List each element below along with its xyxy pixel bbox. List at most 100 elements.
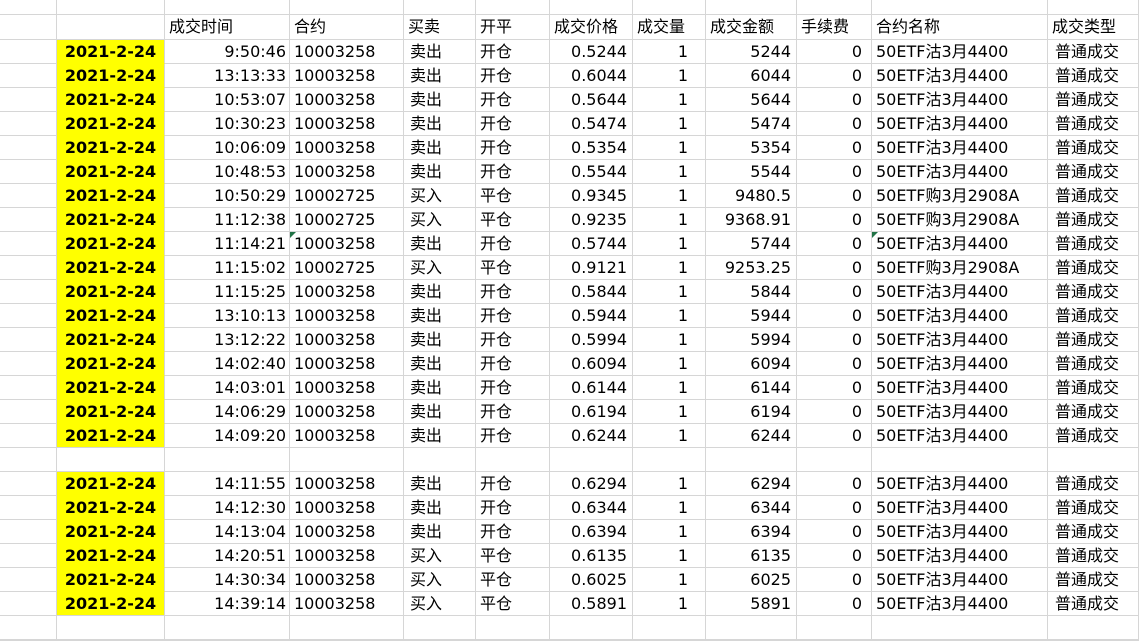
cell-buy-sell[interactable]: 卖出 bbox=[404, 64, 476, 88]
cell-trade-type[interactable]: 普通成交 bbox=[1048, 472, 1139, 496]
cell-trade-time[interactable]: 14:03:01 bbox=[165, 376, 290, 400]
empty-cell[interactable] bbox=[57, 448, 165, 472]
cell-open-close[interactable]: 开仓 bbox=[476, 280, 550, 304]
empty-cell[interactable] bbox=[0, 352, 57, 376]
cell-contract-id[interactable]: 10003258 bbox=[290, 40, 404, 64]
cell-trade-amount[interactable]: 6044 bbox=[706, 64, 797, 88]
cell-trade-type[interactable]: 普通成交 bbox=[1048, 304, 1139, 328]
cell-open-close[interactable]: 开仓 bbox=[476, 112, 550, 136]
cell-trade-volume[interactable]: 1 bbox=[633, 352, 706, 376]
cell-open-close[interactable]: 平仓 bbox=[476, 544, 550, 568]
cell-trade-amount[interactable]: 6294 bbox=[706, 472, 797, 496]
cell-trade-price[interactable]: 0.6094 bbox=[550, 352, 633, 376]
cell-buy-sell[interactable]: 卖出 bbox=[404, 304, 476, 328]
cell-trade-volume[interactable]: 1 bbox=[633, 112, 706, 136]
date-cell[interactable]: 2021-2-24 bbox=[57, 160, 165, 184]
cell-contract-id[interactable]: 10003258 bbox=[290, 304, 404, 328]
cell-contract-id[interactable]: 10003258 bbox=[290, 112, 404, 136]
cell-commission[interactable]: 0 bbox=[797, 232, 872, 256]
column-header-trade-volume[interactable]: 成交量 bbox=[633, 15, 706, 40]
cell-buy-sell[interactable]: 买入 bbox=[404, 568, 476, 592]
cell-trade-amount[interactable]: 6394 bbox=[706, 520, 797, 544]
cell-trade-time[interactable]: 10:06:09 bbox=[165, 136, 290, 160]
empty-cell[interactable] bbox=[706, 0, 797, 15]
cell-trade-type[interactable]: 普通成交 bbox=[1048, 208, 1139, 232]
date-cell[interactable]: 2021-2-24 bbox=[57, 136, 165, 160]
cell-contract-id[interactable]: 10003258 bbox=[290, 568, 404, 592]
cell-trade-amount[interactable]: 5354 bbox=[706, 136, 797, 160]
empty-cell[interactable] bbox=[0, 304, 57, 328]
cell-trade-time[interactable]: 11:15:25 bbox=[165, 280, 290, 304]
cell-trade-price[interactable]: 0.6244 bbox=[550, 424, 633, 448]
column-header-open-close[interactable]: 开平 bbox=[476, 15, 550, 40]
column-header-trade-amount[interactable]: 成交金额 bbox=[706, 15, 797, 40]
date-cell[interactable]: 2021-2-24 bbox=[57, 280, 165, 304]
cell-trade-volume[interactable]: 1 bbox=[633, 544, 706, 568]
cell-commission[interactable]: 0 bbox=[797, 424, 872, 448]
cell-buy-sell[interactable]: 卖出 bbox=[404, 400, 476, 424]
cell-buy-sell[interactable]: 卖出 bbox=[404, 496, 476, 520]
cell-commission[interactable]: 0 bbox=[797, 592, 872, 616]
cell-trade-volume[interactable]: 1 bbox=[633, 88, 706, 112]
empty-cell[interactable] bbox=[797, 0, 872, 15]
cell-buy-sell[interactable]: 卖出 bbox=[404, 328, 476, 352]
cell-commission[interactable]: 0 bbox=[797, 136, 872, 160]
empty-cell[interactable] bbox=[0, 328, 57, 352]
cell-trade-time[interactable]: 14:12:30 bbox=[165, 496, 290, 520]
cell-commission[interactable]: 0 bbox=[797, 400, 872, 424]
empty-cell[interactable] bbox=[0, 208, 57, 232]
cell-trade-amount[interactable]: 9253.25 bbox=[706, 256, 797, 280]
cell-contract-id[interactable]: 10003258 bbox=[290, 352, 404, 376]
cell-commission[interactable]: 0 bbox=[797, 376, 872, 400]
empty-cell[interactable] bbox=[0, 400, 57, 424]
cell-trade-time[interactable]: 10:30:23 bbox=[165, 112, 290, 136]
empty-cell[interactable] bbox=[0, 376, 57, 400]
cell-contract-id[interactable]: 10003258 bbox=[290, 592, 404, 616]
empty-cell[interactable] bbox=[0, 40, 57, 64]
cell-trade-price[interactable]: 0.5544 bbox=[550, 160, 633, 184]
empty-cell[interactable] bbox=[0, 496, 57, 520]
cell-trade-time[interactable]: 14:13:04 bbox=[165, 520, 290, 544]
date-cell[interactable]: 2021-2-24 bbox=[57, 544, 165, 568]
date-cell[interactable]: 2021-2-24 bbox=[57, 568, 165, 592]
cell-open-close[interactable]: 开仓 bbox=[476, 376, 550, 400]
cell-trade-price[interactable]: 0.6394 bbox=[550, 520, 633, 544]
cell-trade-time[interactable]: 13:10:13 bbox=[165, 304, 290, 328]
cell-buy-sell[interactable]: 卖出 bbox=[404, 472, 476, 496]
cell-contract-name[interactable]: 50ETF沽3月4400 bbox=[872, 304, 1048, 328]
cell-buy-sell[interactable]: 买入 bbox=[404, 256, 476, 280]
cell-commission[interactable]: 0 bbox=[797, 88, 872, 112]
cell-buy-sell[interactable]: 卖出 bbox=[404, 40, 476, 64]
date-cell[interactable]: 2021-2-24 bbox=[57, 304, 165, 328]
cell-buy-sell[interactable]: 买入 bbox=[404, 208, 476, 232]
cell-trade-type[interactable]: 普通成交 bbox=[1048, 40, 1139, 64]
cell-contract-name[interactable]: 50ETF沽3月4400 bbox=[872, 232, 1048, 256]
cell-trade-volume[interactable]: 1 bbox=[633, 280, 706, 304]
cell-contract-name[interactable]: 50ETF沽3月4400 bbox=[872, 376, 1048, 400]
date-cell[interactable]: 2021-2-24 bbox=[57, 88, 165, 112]
cell-commission[interactable]: 0 bbox=[797, 328, 872, 352]
cell-trade-time[interactable]: 10:48:53 bbox=[165, 160, 290, 184]
empty-cell[interactable] bbox=[476, 0, 550, 15]
empty-cell[interactable] bbox=[550, 0, 633, 15]
cell-contract-name[interactable]: 50ETF沽3月4400 bbox=[872, 352, 1048, 376]
cell-trade-type[interactable]: 普通成交 bbox=[1048, 544, 1139, 568]
cell-contract-id[interactable]: 10003258 bbox=[290, 88, 404, 112]
cell-buy-sell[interactable]: 买入 bbox=[404, 544, 476, 568]
cell-trade-type[interactable]: 普通成交 bbox=[1048, 352, 1139, 376]
cell-trade-time[interactable]: 14:20:51 bbox=[165, 544, 290, 568]
cell-open-close[interactable]: 开仓 bbox=[476, 160, 550, 184]
date-cell[interactable]: 2021-2-24 bbox=[57, 328, 165, 352]
cell-trade-price[interactable]: 0.9235 bbox=[550, 208, 633, 232]
cell-trade-time[interactable]: 14:09:20 bbox=[165, 424, 290, 448]
cell-contract-name[interactable]: 50ETF购3月2908A bbox=[872, 256, 1048, 280]
empty-cell[interactable] bbox=[0, 88, 57, 112]
cell-commission[interactable]: 0 bbox=[797, 520, 872, 544]
cell-trade-amount[interactable]: 6025 bbox=[706, 568, 797, 592]
cell-trade-volume[interactable]: 1 bbox=[633, 472, 706, 496]
cell-contract-id[interactable]: 10003258 bbox=[290, 520, 404, 544]
cell-contract-id[interactable]: 10003258 bbox=[290, 424, 404, 448]
cell-trade-time[interactable]: 11:15:02 bbox=[165, 256, 290, 280]
date-cell[interactable]: 2021-2-24 bbox=[57, 496, 165, 520]
cell-commission[interactable]: 0 bbox=[797, 160, 872, 184]
